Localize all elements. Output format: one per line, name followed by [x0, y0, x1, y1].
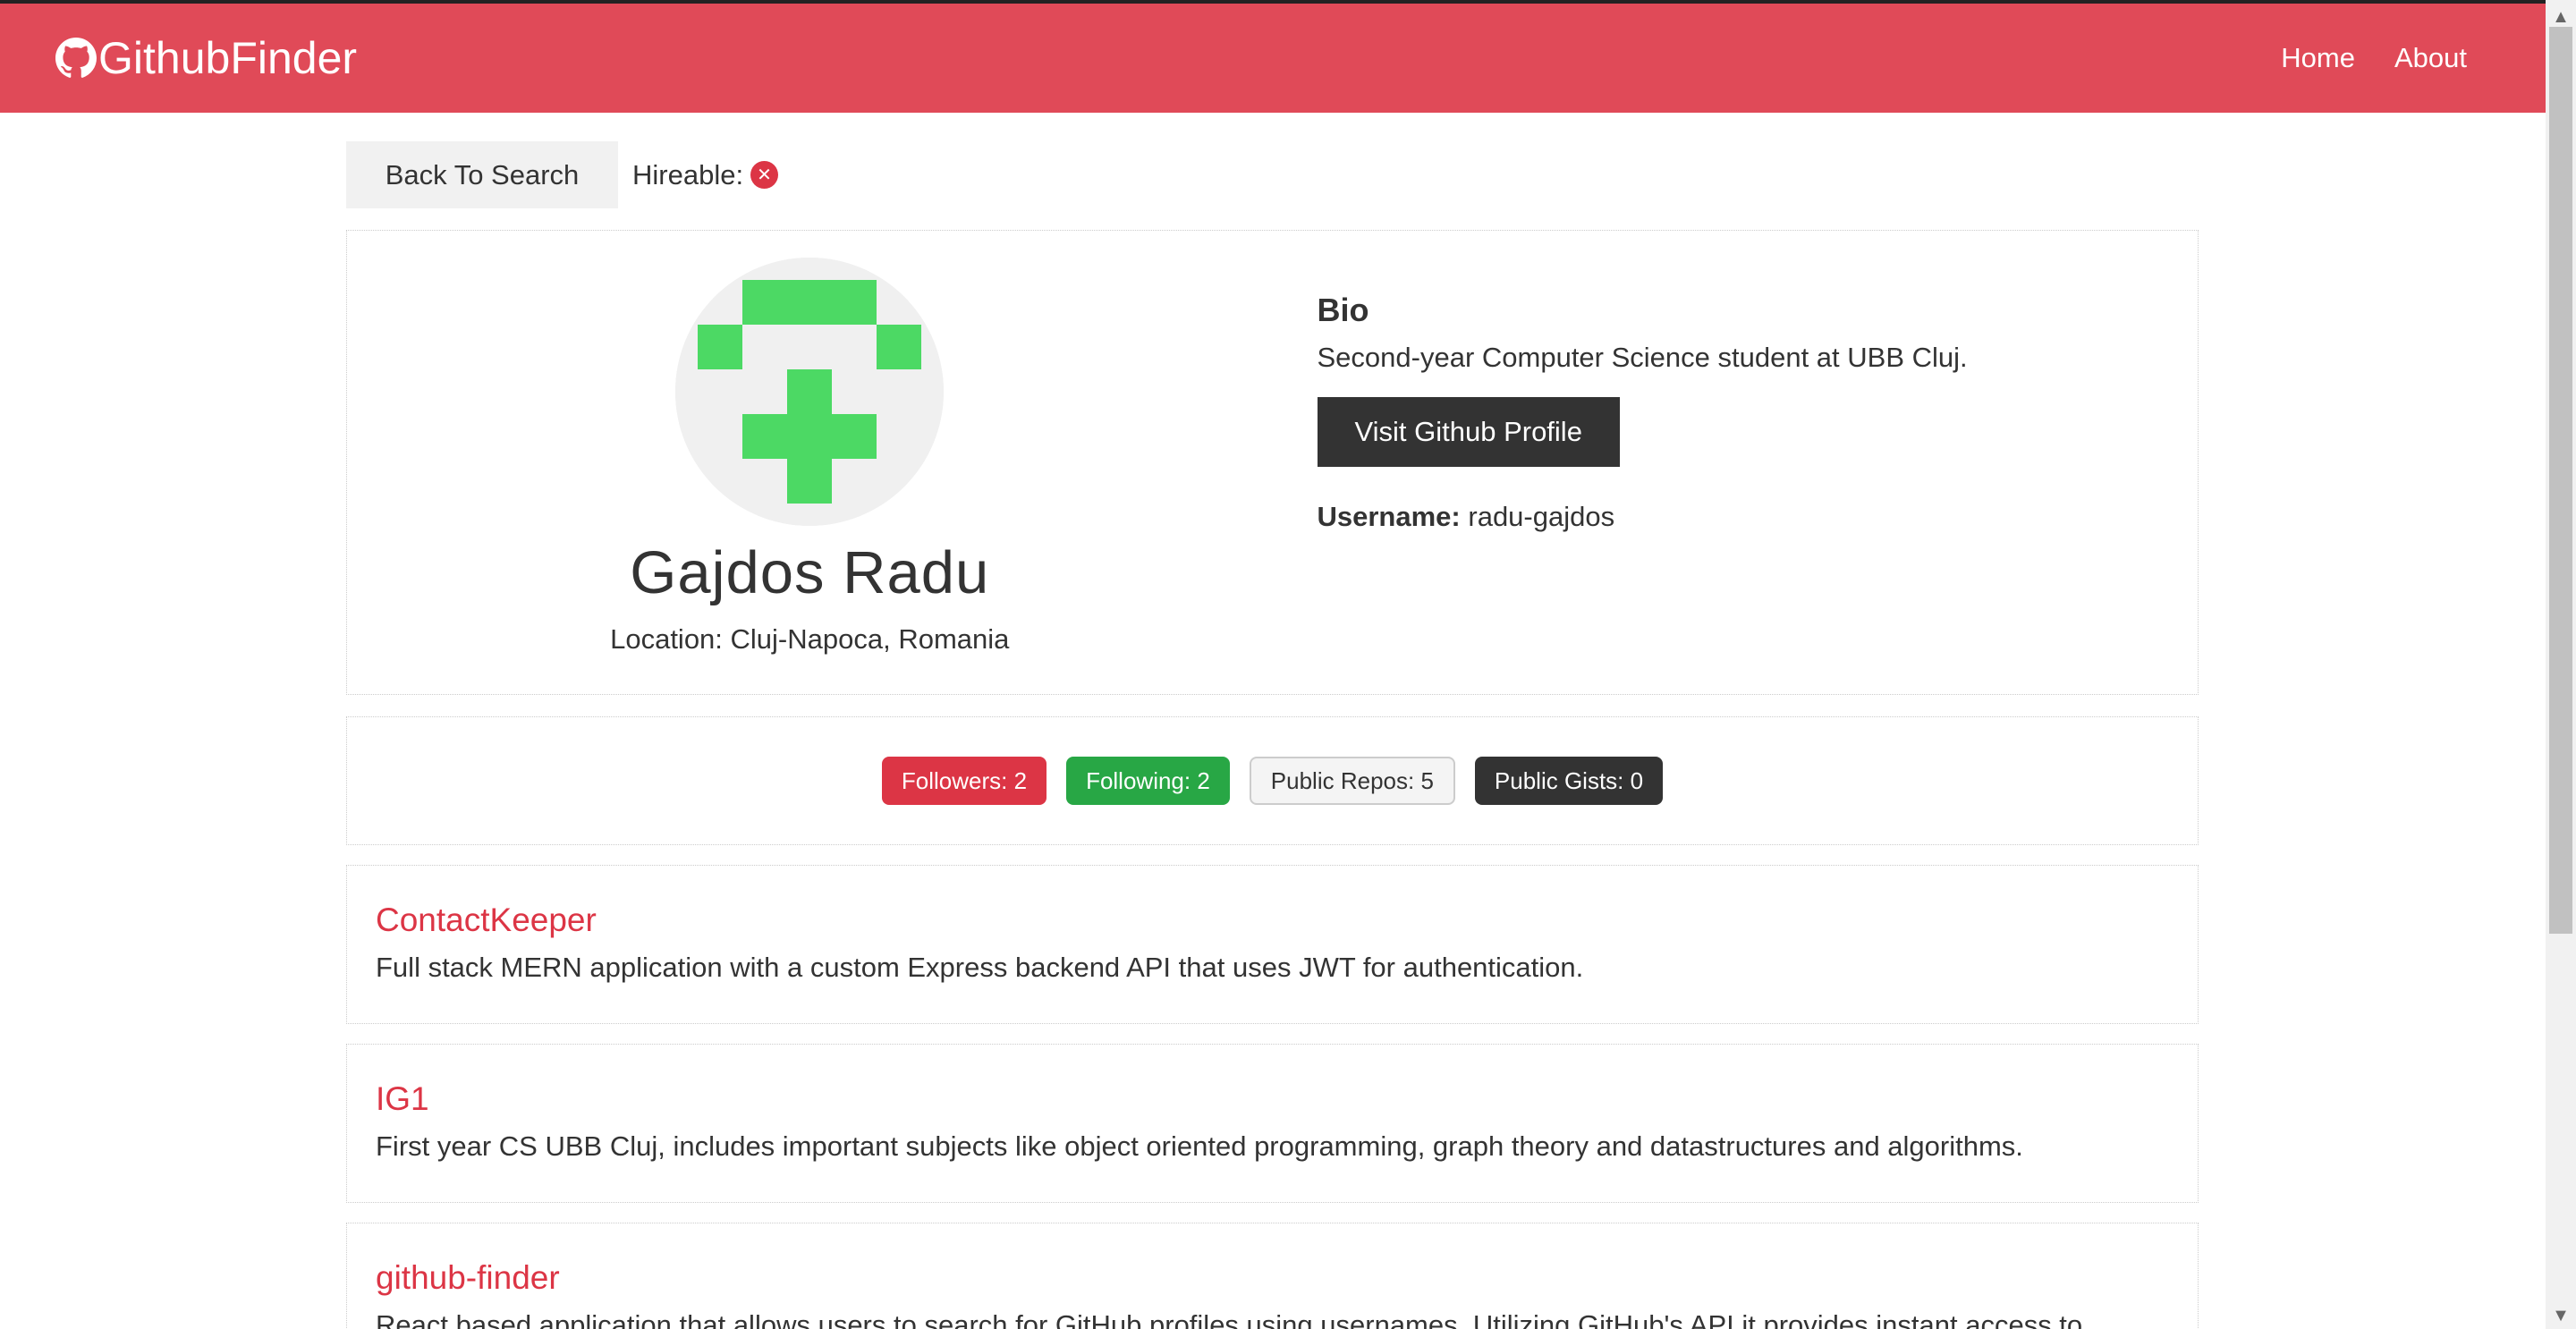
main-content: Back To Search Hireable: ✕ Gajdos Radu L…: [346, 113, 2199, 1329]
navbar: GithubFinder Home About: [0, 4, 2546, 113]
username-value: radu-gajdos: [1468, 501, 1615, 532]
stats-card: Followers: 2 Following: 2 Public Repos: …: [346, 716, 2199, 845]
following-badge: Following: 2: [1066, 757, 1230, 805]
repo-link[interactable]: github-finder: [376, 1259, 560, 1296]
hireable-status: Hireable: ✕: [632, 158, 779, 191]
repo-item: IG1 First year CS UBB Cluj, includes imp…: [346, 1044, 2199, 1203]
bio-heading: Bio: [1317, 292, 1369, 328]
nav-link-home[interactable]: Home: [2281, 42, 2355, 74]
repo-link[interactable]: IG1: [376, 1080, 429, 1117]
brand-title: GithubFinder: [98, 33, 358, 83]
bio-text: Second-year Computer Science student at …: [1317, 342, 1968, 373]
github-icon: [55, 38, 97, 78]
hireable-label: Hireable:: [632, 158, 744, 190]
brand[interactable]: GithubFinder: [55, 32, 357, 84]
back-to-search-button[interactable]: Back To Search: [346, 141, 618, 208]
repo-description: Full stack MERN application with a custo…: [376, 952, 1584, 983]
username-row: Username: radu-gajdos: [1318, 501, 2199, 533]
public-gists-badge: Public Gists: 0: [1474, 757, 1664, 805]
repo-item: ContactKeeper Full stack MERN applicatio…: [346, 865, 2199, 1024]
profile-name: Gajdos Radu: [630, 539, 990, 606]
scrollbar-thumb[interactable]: [2549, 27, 2572, 934]
user-topbar: Back To Search Hireable: ✕: [346, 141, 2199, 208]
scrollbar[interactable]: ▲ ▼: [2546, 0, 2576, 1329]
nav-link-about[interactable]: About: [2394, 42, 2467, 74]
repo-description: First year CS UBB Cluj, includes importa…: [376, 1130, 2023, 1162]
profile-card: Gajdos Radu Location: Cluj-Napoca, Roman…: [346, 230, 2199, 695]
profile-location: Location: Cluj-Napoca, Romania: [610, 623, 1010, 655]
username-label: Username:: [1317, 501, 1461, 532]
profile-summary: Gajdos Radu Location: Cluj-Napoca, Roman…: [347, 258, 1273, 667]
scroll-down-icon[interactable]: ▼: [2546, 1302, 2576, 1329]
identicon-image: [675, 258, 945, 526]
visit-github-profile-button[interactable]: Visit Github Profile: [1317, 397, 1620, 467]
repo-link[interactable]: ContactKeeper: [376, 902, 597, 938]
public-repos-badge: Public Repos: 5: [1249, 757, 1455, 805]
x-circle-icon: ✕: [750, 161, 779, 189]
profile-details: Bio Second-year Computer Science student…: [1273, 258, 2199, 667]
repo-description: React based application that allows user…: [376, 1309, 2083, 1329]
repo-item: github-finder React based application th…: [346, 1223, 2199, 1329]
followers-badge: Followers: 2: [881, 757, 1047, 805]
nav-links: Home About: [2281, 42, 2467, 74]
avatar: [675, 258, 945, 526]
